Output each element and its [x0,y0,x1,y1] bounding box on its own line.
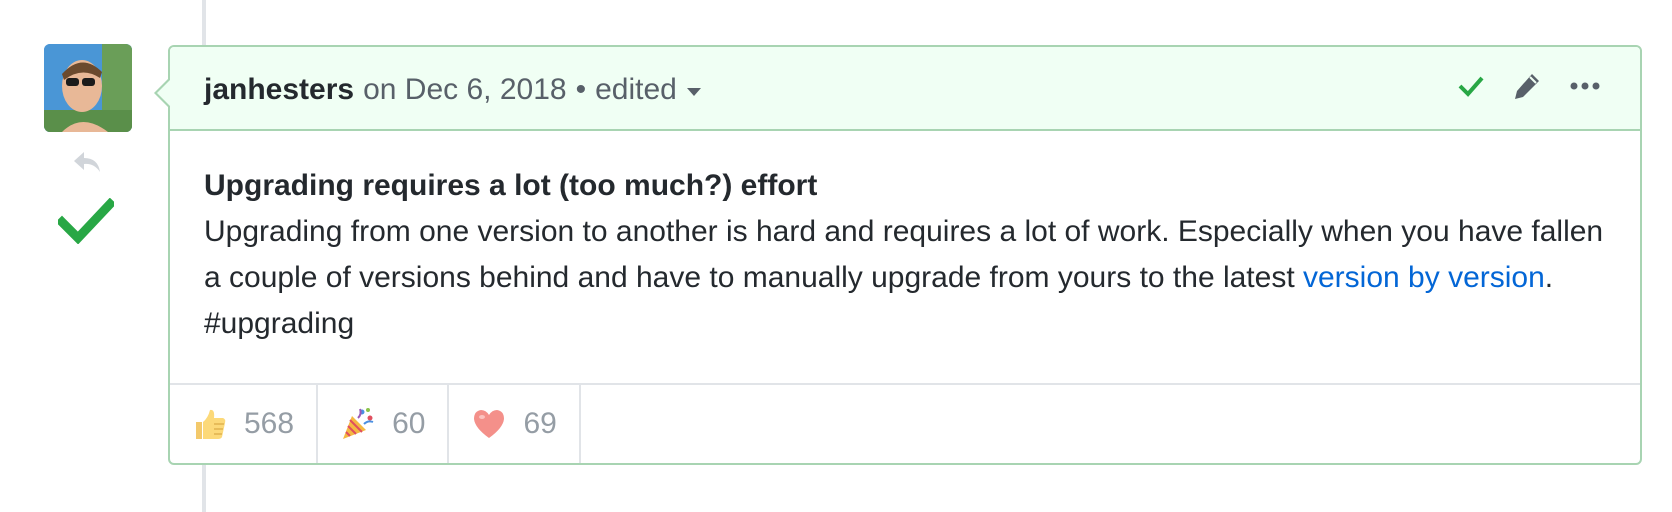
comment-body: Upgrading requires a lot (too much?) eff… [170,131,1640,385]
reaction-count: 69 [523,407,557,440]
avatar[interactable] [44,44,132,132]
reaction-heart-button[interactable]: 69 [449,385,581,463]
comment-text: Upgrading from one version to another is… [204,209,1606,347]
comment-header: janhesters on Dec 6, 2018 • edited [170,47,1640,131]
kebab-horizontal-icon[interactable] [1570,82,1600,90]
check-icon [1458,75,1484,97]
chevron-down-icon [686,88,701,96]
thumbs-up-icon [192,406,228,442]
comment-date[interactable]: on Dec 6, 2018 [363,73,566,107]
comment-box: janhesters on Dec 6, 2018 • edited Upgra… [154,45,1642,465]
edited-dropdown[interactable]: edited [595,73,701,107]
author-link[interactable]: janhesters [204,73,354,107]
reaction-count: 568 [244,407,295,440]
reply-icon[interactable] [72,148,104,181]
pencil-icon[interactable] [1512,71,1542,101]
reaction-count: 60 [392,407,426,440]
party-popper-icon [340,406,376,442]
separator: • [575,73,587,106]
answer-check-icon [55,197,117,249]
comment-title: Upgrading requires a lot (too much?) eff… [204,169,818,202]
reactions-bar: 568 60 69 [170,383,1640,463]
edited-label: edited [595,73,677,106]
reaction-hooray-button[interactable]: 60 [318,385,450,463]
heart-icon [471,406,507,442]
reaction-thumbs-up-button[interactable]: 568 [170,385,319,463]
version-by-version-link[interactable]: version by version [1303,261,1545,294]
